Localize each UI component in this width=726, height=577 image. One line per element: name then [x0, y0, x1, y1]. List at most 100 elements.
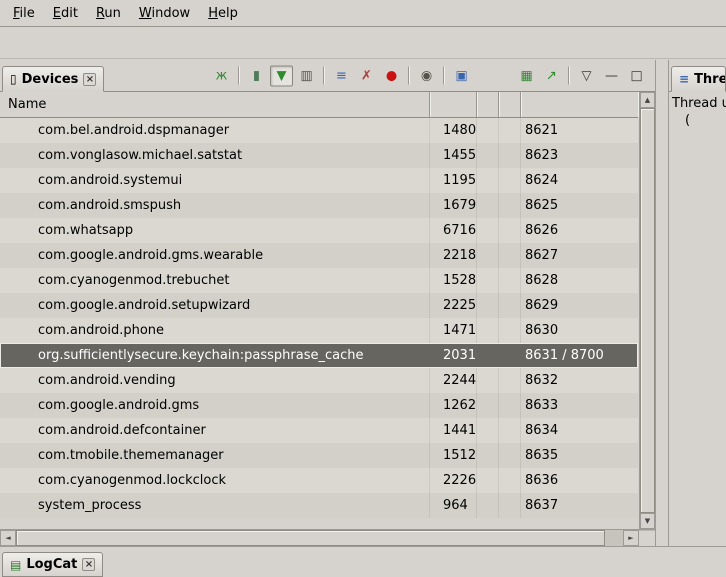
- logcat-icon: ▤: [10, 559, 21, 571]
- update-threads-icon[interactable]: ≡: [330, 65, 353, 86]
- table-row[interactable]: com.cyanogenmod.trebuchet 1528 8628: [0, 268, 638, 293]
- tab-logcat-label: LogCat: [26, 557, 77, 572]
- main-area: ▯ Devices × ж▮▼▥≡✗●◉▣▦↗▽—□ Name com.bel.…: [0, 60, 726, 546]
- pid-cell: 12623: [430, 393, 477, 418]
- vertical-scrollbar-thumb[interactable]: [640, 108, 655, 513]
- table-header-row: Name: [0, 92, 638, 118]
- process-name-cell: system_process: [0, 493, 430, 518]
- table-row[interactable]: com.android.defcontainer 14411 8634: [0, 418, 638, 443]
- status-cell: [477, 393, 499, 418]
- table-row[interactable]: com.tmobile.thememanager 1512 8635: [0, 443, 638, 468]
- menu-file[interactable]: File: [4, 2, 44, 25]
- status2-cell: [499, 268, 521, 293]
- status-cell: [477, 118, 499, 143]
- horizontal-scrollbar-track[interactable]: [16, 530, 623, 546]
- table-row[interactable]: com.google.android.setupwizard 22250 862…: [0, 293, 638, 318]
- process-name-cell: com.tmobile.thememanager: [0, 443, 430, 468]
- port-cell: 8628: [521, 268, 638, 293]
- process-name-cell: com.android.systemui: [0, 168, 430, 193]
- table-row[interactable]: com.cyanogenmod.lockclock 22265 8636: [0, 468, 638, 493]
- port-cell: 8633: [521, 393, 638, 418]
- process-name-cell: com.android.phone: [0, 318, 430, 343]
- status-cell: [477, 343, 499, 368]
- maximize-icon[interactable]: □: [625, 65, 648, 86]
- process-name-cell: com.vonglasow.michael.satstat: [0, 143, 430, 168]
- menu-help[interactable]: Help: [199, 2, 247, 25]
- systrace-icon[interactable]: ↗: [540, 65, 563, 86]
- pid-cell: 1528: [430, 268, 477, 293]
- port-cell: 8631 / 8700: [521, 343, 638, 368]
- cause-gc-icon[interactable]: ▥: [295, 65, 318, 86]
- table-row[interactable]: com.android.smspush 1679 8625: [0, 193, 638, 218]
- status2-cell: [499, 418, 521, 443]
- minimize-icon[interactable]: —: [600, 65, 623, 86]
- stop-process-icon[interactable]: ●: [380, 65, 403, 86]
- scroll-left-arrow[interactable]: ◄: [0, 530, 16, 546]
- status2-cell: [499, 243, 521, 268]
- vertical-scrollbar[interactable]: ▲ ▼: [639, 92, 655, 529]
- column-port-header[interactable]: [521, 92, 638, 117]
- status-cell: [477, 243, 499, 268]
- table-row[interactable]: com.google.android.gms.wearable 22185 86…: [0, 243, 638, 268]
- table-row[interactable]: com.android.systemui 1195 8624: [0, 168, 638, 193]
- status-cell: [477, 293, 499, 318]
- devices-tab-bar: ▯ Devices × ж ▮▼▥ ≡✗● ◉ ▣ ▦↗ ▽—□: [0, 60, 655, 92]
- table-row[interactable]: com.android.phone 1471 8630: [0, 318, 638, 343]
- debug-process-icon[interactable]: ж: [210, 65, 233, 86]
- process-name-cell: com.bel.android.dspmanager: [0, 118, 430, 143]
- scroll-right-arrow[interactable]: ►: [623, 530, 639, 546]
- view-menu-icon[interactable]: ▽: [575, 65, 598, 86]
- menu-edit[interactable]: Edit: [44, 2, 87, 25]
- table-row[interactable]: com.google.android.gms 12623 8633: [0, 393, 638, 418]
- scrollbar-corner: [639, 530, 655, 546]
- column-name-header[interactable]: Name: [0, 92, 430, 117]
- table-row[interactable]: org.sufficientlysecure.keychain:passphra…: [0, 343, 638, 368]
- toolbar-separator: [323, 67, 325, 85]
- scroll-up-arrow[interactable]: ▲: [640, 92, 655, 108]
- column-status2-header[interactable]: [499, 92, 521, 117]
- process-name-cell: com.cyanogenmod.lockclock: [0, 468, 430, 493]
- port-cell: 8632: [521, 368, 638, 393]
- menu-window[interactable]: Window: [130, 2, 199, 25]
- tab-threads[interactable]: ≡ Threads: [671, 66, 726, 92]
- menu-run[interactable]: Run: [87, 2, 130, 25]
- process-name-cell: com.cyanogenmod.trebuchet: [0, 268, 430, 293]
- status2-cell: [499, 443, 521, 468]
- horizontal-scrollbar[interactable]: ◄ ►: [0, 529, 655, 546]
- update-heap-icon[interactable]: ▮: [245, 65, 268, 86]
- status-cell: [477, 268, 499, 293]
- table-row[interactable]: com.android.vending 22440 8632: [0, 368, 638, 393]
- tab-logcat[interactable]: ▤ LogCat ×: [2, 552, 103, 577]
- pid-cell: 22185: [430, 243, 477, 268]
- tab-threads-label: Threads: [694, 72, 726, 87]
- panel-splitter[interactable]: [656, 60, 668, 546]
- table-row[interactable]: com.vonglasow.michael.satstat 14553 8623: [0, 143, 638, 168]
- port-cell: 8629: [521, 293, 638, 318]
- horizontal-scrollbar-thumb[interactable]: [16, 530, 605, 546]
- close-icon[interactable]: ×: [82, 558, 95, 571]
- dump-hprof-icon[interactable]: ▼: [270, 65, 293, 86]
- close-icon[interactable]: ×: [83, 73, 96, 86]
- status-cell: [477, 318, 499, 343]
- process-name-cell: org.sufficientlysecure.keychain:passphra…: [0, 343, 430, 368]
- process-name-cell: com.android.smspush: [0, 193, 430, 218]
- column-status-header[interactable]: [477, 92, 499, 117]
- process-table: Name com.bel.android.dspmanager 1480 862…: [0, 92, 655, 529]
- process-name-cell: com.android.vending: [0, 368, 430, 393]
- screen-record-icon[interactable]: ▣: [450, 65, 473, 86]
- table-row[interactable]: com.bel.android.dspmanager 1480 8621: [0, 118, 638, 143]
- method-profiling-icon[interactable]: ✗: [355, 65, 378, 86]
- view-hierarchy-icon[interactable]: ▦: [515, 65, 538, 86]
- table-row[interactable]: com.whatsapp 6716 8626: [0, 218, 638, 243]
- pid-cell: 14553: [430, 143, 477, 168]
- status-cell: [477, 368, 499, 393]
- tab-devices[interactable]: ▯ Devices ×: [2, 66, 104, 92]
- pid-cell: 20311: [430, 343, 477, 368]
- screen-capture-icon[interactable]: ◉: [415, 65, 438, 86]
- devices-toolbar: ж ▮▼▥ ≡✗● ◉ ▣ ▦↗ ▽—□: [209, 65, 649, 86]
- scroll-down-arrow[interactable]: ▼: [640, 513, 655, 529]
- column-pid-header[interactable]: [430, 92, 477, 117]
- port-cell: 8636: [521, 468, 638, 493]
- pid-cell: 1471: [430, 318, 477, 343]
- table-row[interactable]: system_process 964 8637: [0, 493, 638, 518]
